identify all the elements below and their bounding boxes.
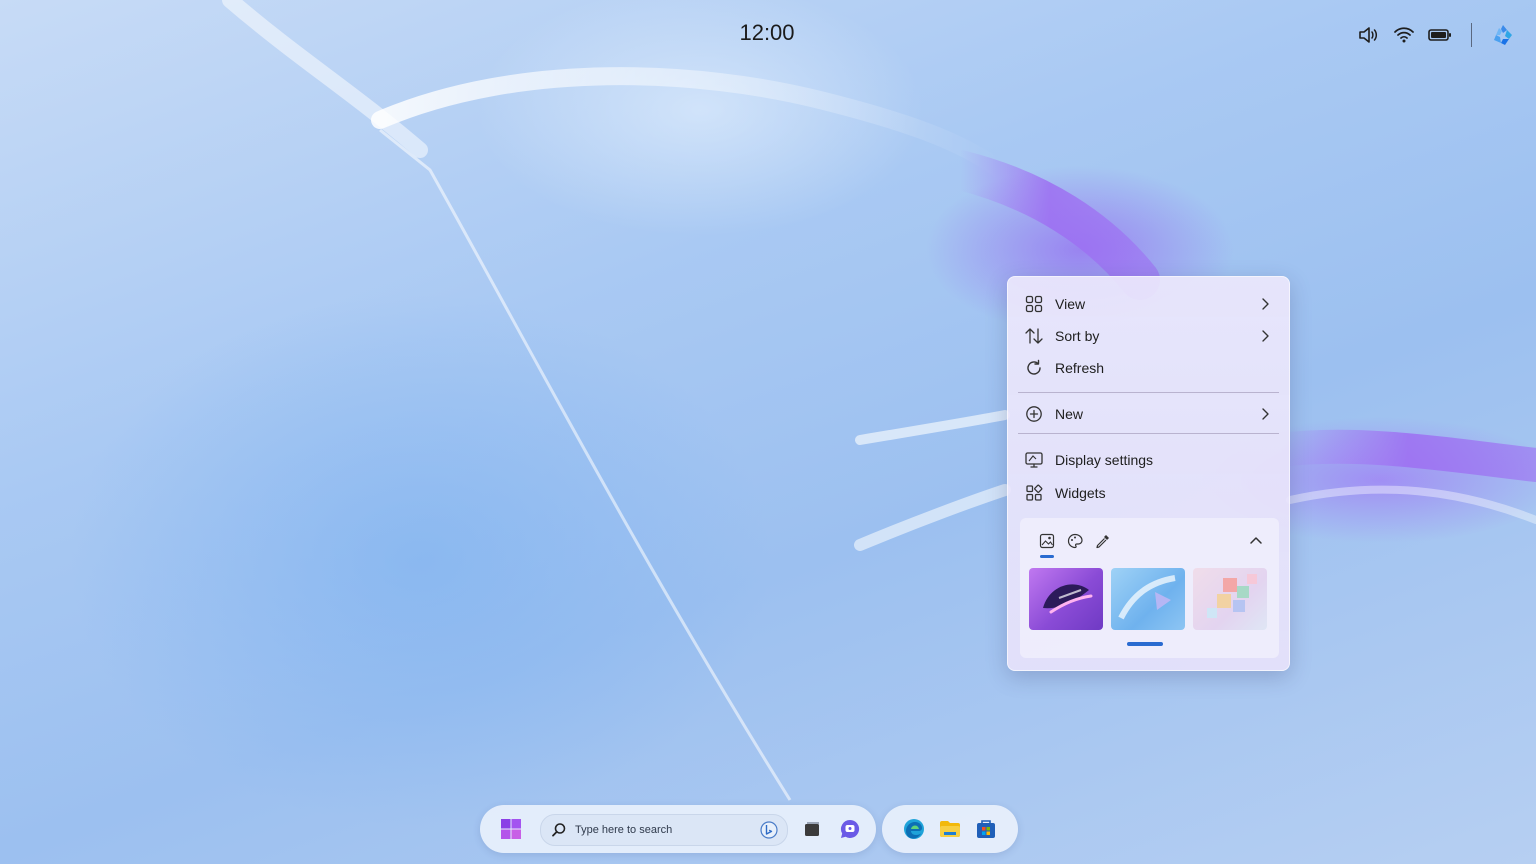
chevron-right-icon [1262,408,1269,420]
file-explorer-icon[interactable] [938,817,962,841]
refresh-icon [1023,357,1045,379]
taskbar-apps [882,805,1018,853]
chat-icon[interactable] [838,817,862,841]
store-icon[interactable] [974,817,998,841]
menu-item-display-settings[interactable]: Display settings [1018,445,1279,475]
menu-item-refresh[interactable]: Refresh [1018,353,1279,383]
menu-item-view[interactable]: View [1018,289,1279,319]
wallpaper-thumbnail-cubes[interactable] [1193,568,1267,630]
menu-item-label: Display settings [1055,452,1154,468]
system-tray [1355,22,1516,48]
battery-icon[interactable] [1427,22,1453,48]
plus-circle-icon [1023,403,1045,425]
grid-view-icon [1023,293,1045,315]
chevron-right-icon [1262,330,1269,342]
search-input[interactable] [575,821,745,839]
wallpaper-art [222,0,1536,801]
task-view-icon[interactable] [800,817,824,841]
chevron-right-icon [1262,298,1269,310]
menu-item-label: View [1055,296,1086,312]
carousel-indicator [1127,642,1163,646]
taskbar-search-box[interactable] [540,814,788,846]
menu-item-sort-by[interactable]: Sort by [1018,321,1279,351]
volume-icon[interactable] [1355,22,1381,48]
theme-icon[interactable] [1064,530,1086,552]
personalize-tabs [1036,530,1114,558]
wallpaper-icon[interactable] [1036,530,1058,558]
menu-item-new[interactable]: New [1018,399,1279,429]
wallpaper-thumbnail-purple[interactable] [1029,568,1103,630]
bing-icon[interactable] [759,820,779,840]
wifi-icon[interactable] [1391,22,1417,48]
desktop-context-menu: View Sort by Refresh New Display setting… [1007,276,1290,671]
menu-item-label: Widgets [1055,485,1106,501]
menu-item-label: Sort by [1055,328,1100,344]
clock[interactable]: 12:00 [700,20,834,46]
search-icon [552,823,566,837]
tray-divider [1471,23,1472,47]
menu-separator [1018,433,1279,434]
widgets-icon [1023,482,1045,504]
wallpaper-thumbnail-blue[interactable] [1111,568,1185,630]
menu-item-label: New [1055,406,1084,422]
desktop[interactable]: 12:00 View Sort by Refresh New Display s… [0,0,1536,864]
windows-start-icon[interactable] [499,817,523,841]
sort-icon [1023,325,1045,347]
copilot-icon[interactable] [1490,22,1516,48]
chevron-up-icon[interactable] [1247,532,1265,550]
menu-separator [1018,392,1279,393]
menu-item-label: Refresh [1055,360,1105,376]
taskbar-main [480,805,876,853]
personalize-panel [1020,518,1279,658]
edge-icon[interactable] [902,817,926,841]
menu-item-widgets[interactable]: Widgets [1018,478,1279,508]
color-picker-icon[interactable] [1092,530,1114,552]
display-icon [1023,449,1045,471]
